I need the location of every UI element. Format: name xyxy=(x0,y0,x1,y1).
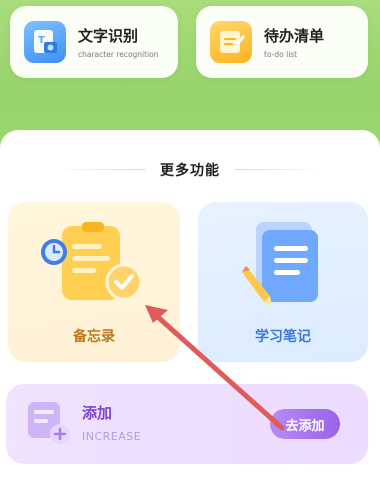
text-recognition-subtitle: character recognition xyxy=(78,49,159,59)
memo-label: 备忘录 xyxy=(73,329,115,345)
todo-list-subtitle: to-do list xyxy=(264,49,298,59)
text-recognition-card[interactable]: T 文字识别 character recognition xyxy=(10,6,178,78)
go-add-button[interactable]: 去添加 xyxy=(270,409,340,439)
todo-list-card[interactable]: 待办清单 to-do list xyxy=(196,6,368,78)
todo-list-icon xyxy=(210,21,252,63)
memo-icon xyxy=(41,222,143,301)
study-notes-card[interactable]: 学习笔记 xyxy=(198,202,368,362)
add-subtitle: INCREASE xyxy=(82,430,142,443)
text-recognition-title: 文字识别 xyxy=(78,26,139,45)
section-divider-right xyxy=(235,169,325,170)
add-note-icon xyxy=(28,402,70,444)
text-recognition-icon: T xyxy=(24,21,66,63)
add-title: 添加 xyxy=(82,404,113,422)
study-notes-icon xyxy=(242,222,318,306)
study-notes-label: 学习笔记 xyxy=(255,329,311,345)
section-title: 更多功能 xyxy=(160,163,220,179)
todo-list-title: 待办清单 xyxy=(264,26,325,45)
memo-card[interactable]: 备忘录 xyxy=(8,202,180,362)
svg-text:T: T xyxy=(38,35,45,46)
